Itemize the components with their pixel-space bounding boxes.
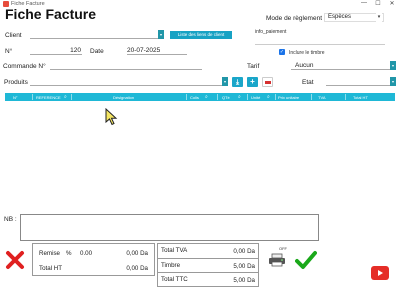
tarif-select[interactable]: Aucun: [291, 61, 392, 70]
payment-mode-value: Espèces: [328, 14, 352, 20]
remise-percent-symbol: %: [66, 250, 72, 257]
chevron-down-icon: ▾: [376, 13, 382, 22]
discount-summary-box: Remise % 0.00 0,00 Da Total HT 0,00 Da: [32, 243, 155, 276]
mouse-cursor-icon: [105, 108, 118, 126]
client-list-button[interactable]: Liste des liens de client: [170, 31, 232, 39]
nb-label: NB :: [4, 216, 17, 223]
invoice-date-label: Date: [90, 48, 104, 55]
search-icon[interactable]: ⌕: [64, 94, 67, 100]
remise-label: Remise: [39, 250, 60, 257]
timbre-label: Inclure le timbre: [289, 50, 325, 56]
column-header-tva[interactable]: TVA: [318, 95, 325, 100]
add-product-button[interactable]: +: [247, 77, 258, 87]
client-dropdown-arrow[interactable]: ▾: [158, 30, 164, 39]
tarif-value: Aucun: [295, 62, 314, 69]
column-header-total-ht[interactable]: Total HT: [353, 95, 368, 100]
divider: [158, 272, 258, 273]
products-label: Produits: [4, 79, 28, 86]
printer-icon: [269, 253, 285, 267]
total-ht-label: Total HT: [39, 265, 63, 272]
column-header-qte[interactable]: QTé: [222, 95, 230, 100]
search-icon[interactable]: ⌕: [267, 94, 270, 100]
timbre-checkbox[interactable]: ✓: [279, 49, 285, 55]
order-number-label: Commande N°: [3, 63, 46, 70]
remise-percent-field[interactable]: 0.00: [80, 250, 92, 257]
products-dropdown-arrow[interactable]: ▾: [222, 77, 228, 86]
total-tva-label: Total TVA: [161, 247, 188, 254]
download-button[interactable]: ⤓: [232, 77, 243, 87]
confirm-button[interactable]: [295, 250, 317, 270]
maximize-button[interactable]: ☐: [372, 0, 384, 7]
order-number-field[interactable]: [50, 61, 202, 70]
payment-mode-label: Mode de règlement: [266, 15, 323, 22]
youtube-icon[interactable]: [371, 266, 389, 280]
etat-dropdown-arrow[interactable]: ▾: [390, 77, 396, 86]
total-ttc-label: Total TTC: [161, 276, 188, 283]
remove-product-button[interactable]: [262, 77, 273, 87]
cancel-button[interactable]: [5, 250, 25, 270]
payment-info-field[interactable]: [255, 36, 385, 45]
column-header-unit-price[interactable]: Prix unitaire: [278, 95, 299, 100]
column-header-designation[interactable]: Désignation: [113, 95, 134, 100]
search-icon[interactable]: ⌕: [238, 94, 241, 100]
etat-label: Etat: [302, 79, 314, 86]
client-label: Client: [5, 32, 22, 39]
payment-mode-select[interactable]: Espèces ▾: [324, 13, 384, 22]
totals-box: Total TVA 0,00 Da Timbre 5,00 Da Total T…: [157, 243, 259, 287]
total-ht-value: 0,00 Da: [126, 265, 148, 272]
invoice-number-field[interactable]: 120: [30, 46, 82, 55]
remise-amount: 0,00 Da: [126, 250, 148, 257]
divider: [158, 258, 258, 259]
column-header-unite[interactable]: Unité: [251, 95, 260, 100]
check-icon: [295, 251, 317, 269]
minimize-button[interactable]: —: [358, 0, 370, 6]
products-table-body[interactable]: [5, 101, 395, 208]
payment-info-label: info_paiement: [255, 29, 287, 35]
nb-textarea[interactable]: [20, 214, 319, 241]
tarif-dropdown-arrow[interactable]: ▾: [390, 61, 396, 70]
minus-icon: [265, 81, 271, 84]
timbre-total-value: 5,00 Da: [233, 263, 255, 270]
etat-select[interactable]: [326, 77, 390, 86]
total-ttc-value: 5,00 Da: [233, 277, 255, 284]
plus-icon: +: [250, 77, 255, 86]
download-icon: ⤓: [235, 79, 240, 86]
invoice-number-label: N°: [5, 48, 13, 55]
products-select[interactable]: [30, 77, 222, 86]
print-toggle-label: OFF: [279, 246, 287, 251]
page-title: Fiche Facture: [5, 6, 97, 22]
close-icon: [6, 251, 24, 269]
total-tva-value: 0,00 Da: [233, 248, 255, 255]
close-window-button[interactable]: ✕: [386, 0, 398, 7]
timbre-total-label: Timbre: [161, 262, 181, 269]
search-icon[interactable]: ⌕: [205, 94, 208, 100]
client-select[interactable]: [30, 30, 162, 39]
column-header-number[interactable]: N°: [13, 95, 18, 100]
column-header-colis[interactable]: Colis: [190, 95, 199, 100]
column-header-reference[interactable]: REFERENCE: [36, 95, 61, 100]
tarif-label: Tarif: [247, 63, 260, 70]
print-button[interactable]: [268, 253, 286, 267]
invoice-date-field[interactable]: 20-07-2025: [127, 46, 187, 55]
products-table-header: N° REFERENCE ⌕ Désignation Colis ⌕ QTé ⌕…: [5, 93, 395, 101]
